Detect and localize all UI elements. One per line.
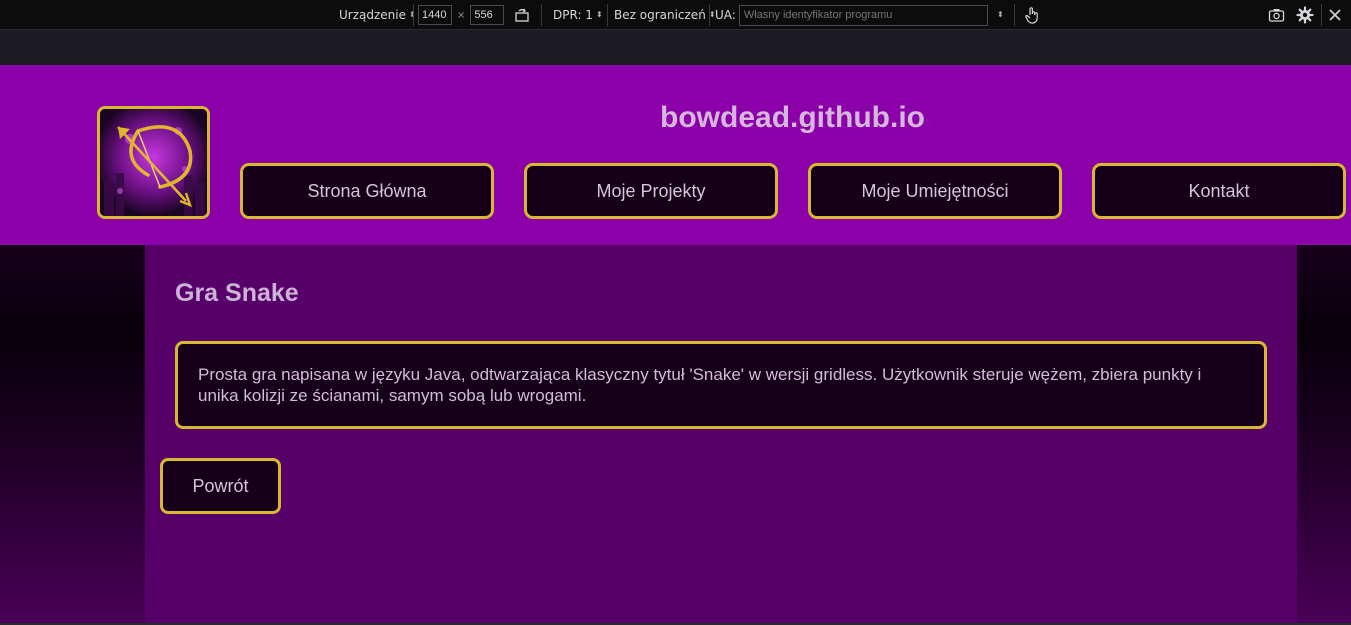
throttling-label: Bez ograniczeń [614, 8, 706, 22]
dimension-separator: × [457, 9, 466, 21]
network-throttling-selector[interactable]: Bez ograniczeń ⬍ [614, 0, 716, 30]
back-button[interactable]: Powrót [160, 458, 281, 514]
nav-skills-button[interactable]: Moje Umiejętności [808, 163, 1062, 219]
project-content: Gra Snake Prosta gra napisana w języku J… [145, 245, 1297, 623]
user-agent-input[interactable] [738, 4, 988, 26]
project-description: Prosta gra napisana w języku Java, odtwa… [175, 341, 1267, 429]
nav-home-button[interactable]: Strona Główna [240, 163, 494, 219]
close-icon [1329, 9, 1341, 21]
ua-label: UA: [715, 8, 736, 22]
dpr-selector[interactable]: DPR: 1 ⬍ [553, 0, 603, 30]
nav-projects-button[interactable]: Moje Projekty [524, 163, 778, 219]
rotate-icon [515, 8, 529, 22]
ua-dropdown-arrows[interactable]: ⬍ [994, 0, 1004, 30]
updown-arrows-icon: ⬍ [997, 10, 1004, 19]
touch-icon [1025, 7, 1038, 24]
site-header: bowdead.github.io Strona Główna Moje Pro… [0, 65, 1351, 245]
site-title: bowdead.github.io [660, 101, 925, 134]
screenshot-icon [1268, 9, 1285, 22]
viewport-height-input[interactable] [470, 5, 505, 25]
device-selector[interactable]: Urządzenie ⬍ [339, 0, 416, 30]
touch-simulation-button[interactable] [1024, 0, 1040, 30]
updown-arrows-icon: ⬍ [595, 10, 603, 19]
settings-button[interactable] [1296, 0, 1314, 30]
devtools-viewport-gap [0, 30, 1351, 65]
responsive-design-toolbar: Urządzenie ⬍ × DPR: 1 ⬍ Bez ograniczeń ⬍… [0, 0, 1351, 30]
nav-contact-button[interactable]: Kontakt [1092, 163, 1346, 219]
project-title: Gra Snake [175, 279, 299, 307]
close-rdm-button[interactable] [1328, 0, 1342, 30]
viewport-width-input[interactable] [418, 5, 452, 25]
page-viewport: bowdead.github.io Strona Główna Moje Pro… [0, 65, 1351, 623]
screenshot-button[interactable] [1268, 0, 1285, 30]
device-selector-label: Urządzenie [339, 8, 406, 22]
rotate-viewport-button[interactable] [514, 0, 530, 30]
dpr-label: DPR: 1 [553, 8, 593, 22]
settings-icon [1296, 6, 1314, 24]
